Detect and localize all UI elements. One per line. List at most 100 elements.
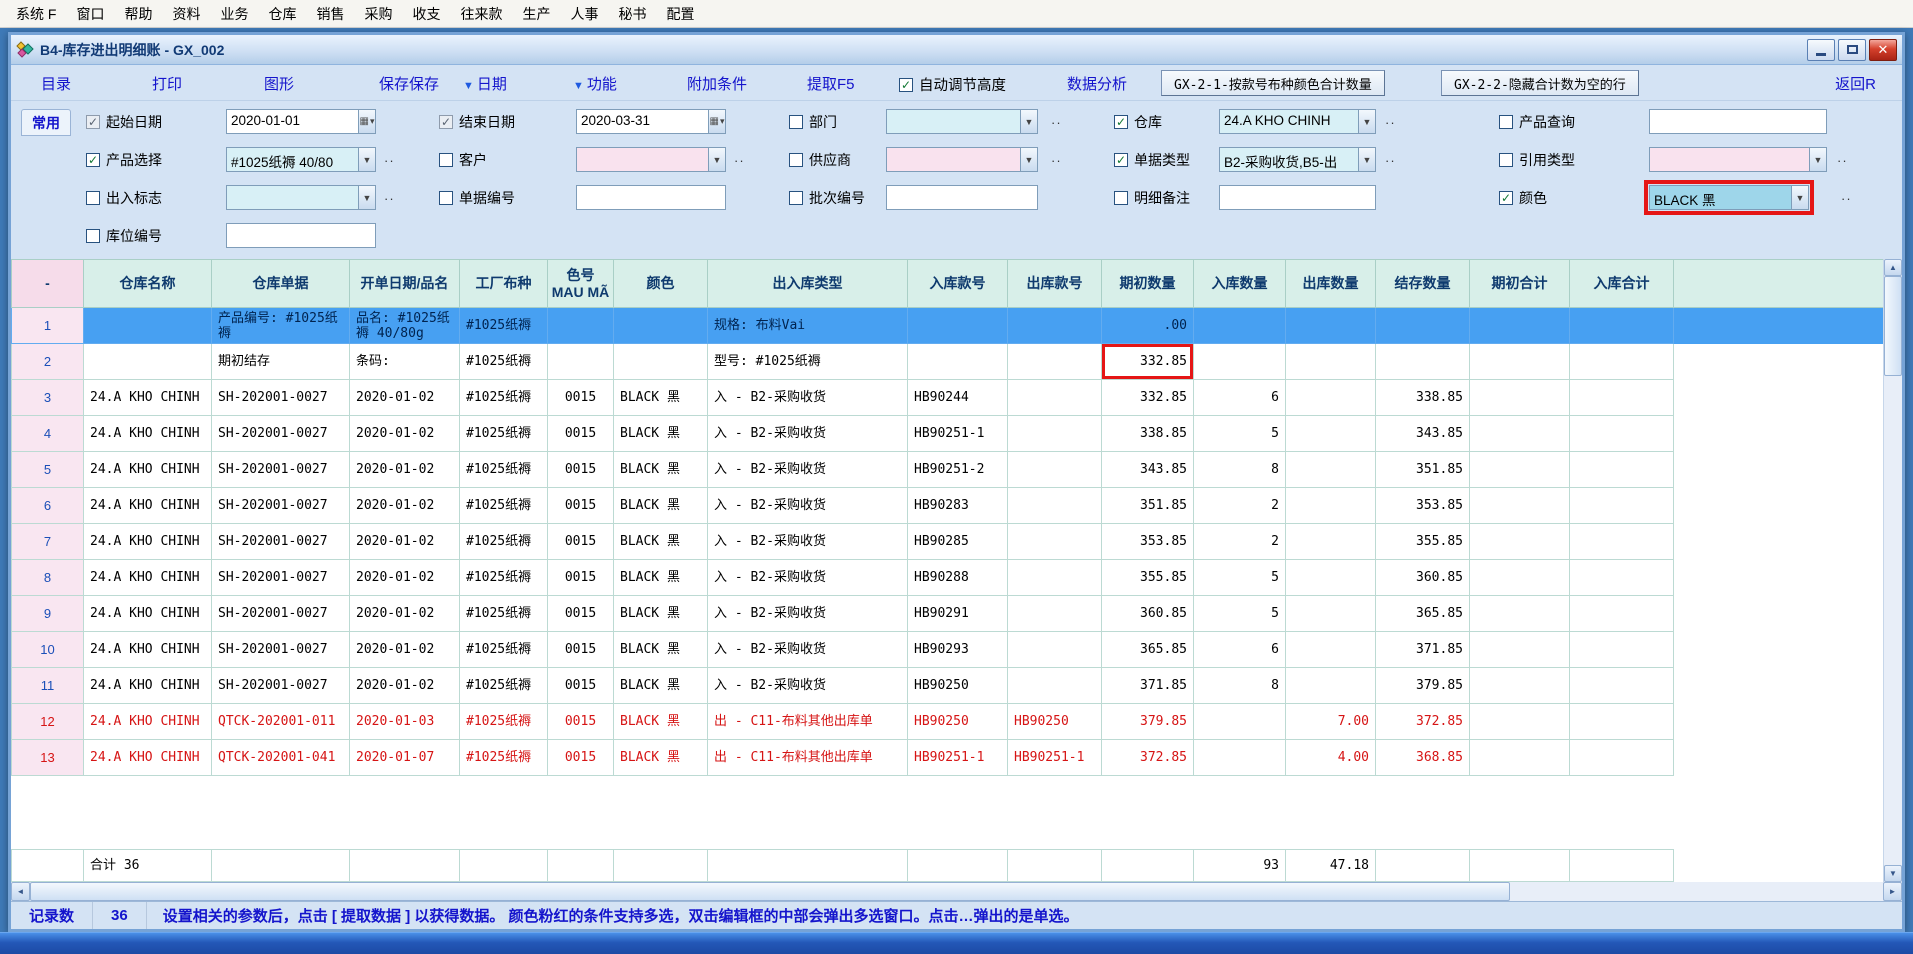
ref-type-select[interactable]: ▼ bbox=[1649, 147, 1827, 172]
column-header[interactable]: 结存数量 bbox=[1376, 260, 1470, 308]
column-header[interactable]: 色号MAU MÃ bbox=[548, 260, 614, 308]
catalog-button[interactable]: 目录 bbox=[41, 76, 71, 93]
more-options-button[interactable]: ·· bbox=[384, 191, 395, 206]
column-header[interactable]: 颜色 bbox=[614, 260, 708, 308]
horizontal-scroll-track[interactable] bbox=[30, 882, 1883, 901]
doc-no-checkbox[interactable]: ✓ bbox=[439, 191, 453, 205]
detail-note-input[interactable] bbox=[1219, 185, 1376, 210]
column-header[interactable]: 仓库名称 bbox=[84, 260, 212, 308]
dropdown-arrow-icon[interactable]: ▼ bbox=[1358, 148, 1375, 171]
scroll-right-button[interactable]: ► bbox=[1883, 882, 1902, 901]
maximize-button[interactable] bbox=[1838, 39, 1866, 61]
location-no-checkbox[interactable]: ✓ bbox=[86, 229, 100, 243]
dropdown-arrow-icon[interactable]: ▼ bbox=[708, 148, 725, 171]
doc-type-select[interactable]: B2-采购收货,B5-出 ▼ bbox=[1219, 147, 1376, 172]
menu-item[interactable]: 生产 bbox=[512, 0, 560, 29]
scroll-left-button[interactable]: ◄ bbox=[11, 882, 30, 901]
start-date-checkbox[interactable]: ✓ bbox=[86, 115, 100, 129]
dropdown-arrow-icon[interactable]: ▼ bbox=[358, 186, 375, 209]
warehouse-select[interactable]: 24.A KHO CHINH ▼ bbox=[1219, 109, 1376, 134]
dropdown-arrow-icon[interactable]: ▼ bbox=[1020, 110, 1037, 133]
table-row[interactable]: 624.A KHO CHINHSH-202001-00272020-01-02#… bbox=[12, 488, 1884, 524]
customer-checkbox[interactable]: ✓ bbox=[439, 153, 453, 167]
more-options-button[interactable]: ·· bbox=[1385, 153, 1396, 168]
location-no-input[interactable] bbox=[226, 223, 376, 248]
dropdown-arrow-icon[interactable]: ▼ bbox=[1358, 110, 1375, 133]
dropdown-arrow-icon[interactable]: ▼ bbox=[1020, 148, 1037, 171]
table-row[interactable]: 1324.A KHO CHINHQTCK-202001-0412020-01-0… bbox=[12, 740, 1884, 776]
column-header[interactable]: 期初合计 bbox=[1470, 260, 1570, 308]
menu-item[interactable]: 仓库 bbox=[258, 0, 306, 29]
batch-no-input[interactable] bbox=[886, 185, 1038, 210]
scroll-up-button[interactable]: ▲ bbox=[1884, 259, 1902, 276]
product-query-checkbox[interactable]: ✓ bbox=[1499, 115, 1513, 129]
start-date-input[interactable]: 2020-01-01 ▦▾ bbox=[226, 109, 376, 134]
menu-item[interactable]: 秘书 bbox=[608, 0, 656, 29]
close-button[interactable]: ✕ bbox=[1869, 39, 1897, 61]
batch-no-checkbox[interactable]: ✓ bbox=[789, 191, 803, 205]
table-row[interactable]: 824.A KHO CHINHSH-202001-00272020-01-02#… bbox=[12, 560, 1884, 596]
save-button[interactable]: 保存 bbox=[379, 76, 409, 93]
column-header[interactable]: 工厂布种 bbox=[460, 260, 548, 308]
date-menu-button[interactable]: 日期 bbox=[477, 76, 507, 93]
column-header[interactable]: 入库款号 bbox=[908, 260, 1008, 308]
table-row[interactable]: 324.A KHO CHINHSH-202001-00272020-01-02#… bbox=[12, 380, 1884, 416]
more-options-button[interactable]: ·· bbox=[384, 153, 395, 168]
column-header[interactable] bbox=[1674, 260, 1884, 308]
product-select-select[interactable]: #1025纸褥 40/80 ▼ bbox=[226, 147, 376, 172]
column-header[interactable]: 仓库单据 bbox=[212, 260, 350, 308]
more-options-button[interactable]: ·· bbox=[1837, 153, 1848, 168]
color-checkbox[interactable]: ✓ bbox=[1499, 191, 1513, 205]
table-row[interactable]: 1产品编号: #1025纸褥品名: #1025纸褥 40/80g#1025纸褥规… bbox=[12, 308, 1884, 344]
print-button[interactable]: 打印 bbox=[152, 76, 182, 93]
department-checkbox[interactable]: ✓ bbox=[789, 115, 803, 129]
data-analysis-button[interactable]: 数据分析 bbox=[1067, 76, 1127, 93]
menu-item[interactable]: 窗口 bbox=[66, 0, 114, 29]
menu-item[interactable]: 销售 bbox=[306, 0, 354, 29]
inout-flag-select[interactable]: ▼ bbox=[226, 185, 376, 210]
title-bar[interactable]: B4-库存进出明细账 - GX_002 ✕ bbox=[11, 35, 1902, 65]
detail-note-checkbox[interactable]: ✓ bbox=[1114, 191, 1128, 205]
gx-2-1-button[interactable]: GX-2-1-按款号布种颜色合计数量 bbox=[1161, 70, 1385, 96]
calendar-dropdown-icon[interactable]: ▦▾ bbox=[708, 110, 725, 133]
table-row[interactable]: 1124.A KHO CHINHSH-202001-00272020-01-02… bbox=[12, 668, 1884, 704]
customer-select[interactable]: ▼ bbox=[576, 147, 726, 172]
column-header[interactable]: 出入库类型 bbox=[708, 260, 908, 308]
product-query-input[interactable] bbox=[1649, 109, 1827, 134]
table-row[interactable]: 424.A KHO CHINHSH-202001-00272020-01-02#… bbox=[12, 416, 1884, 452]
dropdown-arrow-icon[interactable]: ▼ bbox=[1791, 186, 1808, 209]
column-header[interactable]: 开单日期/品名 bbox=[350, 260, 460, 308]
row-number-header[interactable]: - bbox=[12, 260, 84, 308]
table-row[interactable]: 724.A KHO CHINHSH-202001-00272020-01-02#… bbox=[12, 524, 1884, 560]
inout-flag-checkbox[interactable]: ✓ bbox=[86, 191, 100, 205]
extract-button[interactable]: 提取F5 bbox=[807, 76, 855, 93]
table-row[interactable]: 1224.A KHO CHINHQTCK-202001-0112020-01-0… bbox=[12, 704, 1884, 740]
save-button-label[interactable]: 保存 bbox=[409, 76, 439, 93]
menu-item[interactable]: 人事 bbox=[560, 0, 608, 29]
supplier-select[interactable]: ▼ bbox=[886, 147, 1038, 172]
menu-item[interactable]: 业务 bbox=[210, 0, 258, 29]
scroll-down-button[interactable]: ▼ bbox=[1884, 865, 1902, 882]
warehouse-checkbox[interactable]: ✓ bbox=[1114, 115, 1128, 129]
more-options-button[interactable]: ·· bbox=[1385, 115, 1396, 130]
more-options-button[interactable]: ·· bbox=[1051, 115, 1062, 130]
end-date-checkbox[interactable]: ✓ bbox=[439, 115, 453, 129]
supplier-checkbox[interactable]: ✓ bbox=[789, 153, 803, 167]
end-date-input[interactable]: 2020-03-31 ▦▾ bbox=[576, 109, 726, 134]
column-header[interactable]: 出库款号 bbox=[1008, 260, 1102, 308]
column-header[interactable]: 出库数量 bbox=[1286, 260, 1376, 308]
dropdown-arrow-icon[interactable]: ▼ bbox=[358, 148, 375, 171]
product-select-checkbox[interactable]: ✓ bbox=[86, 153, 100, 167]
table-row[interactable]: 524.A KHO CHINHSH-202001-00272020-01-02#… bbox=[12, 452, 1884, 488]
menu-item[interactable]: 系统 F bbox=[6, 0, 66, 29]
table-row[interactable]: 2期初结存条码:#1025纸褥型号: #1025纸褥332.85 bbox=[12, 344, 1884, 380]
column-header[interactable]: 入库合计 bbox=[1570, 260, 1674, 308]
menu-item[interactable]: 帮助 bbox=[114, 0, 162, 29]
menu-item[interactable]: 采购 bbox=[354, 0, 402, 29]
return-button[interactable]: 返回R bbox=[1835, 76, 1876, 93]
menu-item[interactable]: 配置 bbox=[656, 0, 704, 29]
more-options-button[interactable]: ·· bbox=[734, 153, 745, 168]
department-select[interactable]: ▼ bbox=[886, 109, 1038, 134]
doc-no-input[interactable] bbox=[576, 185, 726, 210]
dropdown-arrow-icon[interactable]: ▼ bbox=[1809, 148, 1826, 171]
